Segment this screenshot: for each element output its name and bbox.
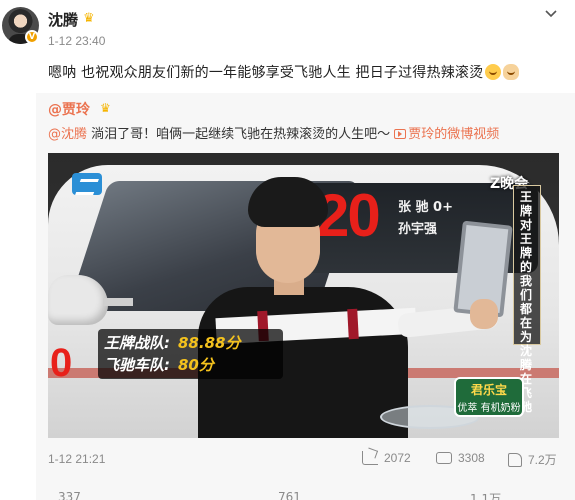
sponsor-tagline: 优萃 有机奶粉 — [457, 403, 521, 414]
car-mirror-stem — [103, 298, 133, 306]
person-hand — [470, 299, 498, 329]
share-button[interactable]: 2072 — [362, 451, 411, 465]
score-overlay: 王牌战队: 88.88分 飞驰车队: 80分 — [98, 329, 283, 379]
post-author[interactable]: 沈腾 — [48, 9, 78, 30]
comment-icon — [436, 452, 452, 464]
sponsor-badge: 君乐宝 优萃 有机奶粉 — [454, 377, 524, 417]
share-count: 2072 — [384, 451, 411, 465]
person-hair — [248, 177, 328, 227]
video-link-label: 贾玲的微博视频 — [408, 127, 500, 142]
repost-author[interactable]: @贾玲 — [48, 99, 90, 119]
like-count: 7.2万 — [528, 453, 557, 467]
post-text: 嗯呐 也祝观众朋友们新的一年能够享受飞驰人生 把日子过得热辣滚烫 — [48, 62, 520, 82]
share-icon — [362, 451, 378, 465]
score-row: 飞驰车队: 80分 — [104, 354, 214, 375]
comment-button[interactable]: 3308 — [436, 451, 485, 465]
video-icon — [394, 129, 407, 139]
chevron-down-icon[interactable] — [542, 5, 560, 23]
repost-timestamp: 1-12 21:21 — [48, 452, 106, 466]
mention-link[interactable]: @沈腾 — [48, 127, 87, 142]
verified-badge-icon: V — [25, 30, 39, 44]
jacket-red-stripe — [347, 308, 359, 340]
score-value: 88.88分 — [178, 334, 241, 352]
crown-icon: ♛ — [100, 101, 111, 115]
share-count-main[interactable]: 337 — [58, 490, 81, 500]
repost-text-body: 淌泪了哥！咱俩一起继续飞驰在热辣滚烫的人生吧～ — [87, 127, 391, 142]
post-text-body: 嗯呐 也祝观众朋友们新的一年能够享受飞驰人生 把日子过得热辣滚烫 — [48, 65, 484, 81]
side-caption: 王牌对王牌的我们都在为沈腾在飞驰 — [513, 185, 541, 414]
like-count-main[interactable]: 1.1万 — [470, 490, 501, 500]
score-row: 王牌战队: 88.88分 — [104, 332, 240, 353]
smile-emoji-icon — [485, 64, 502, 80]
car-zero: 0 — [50, 341, 73, 385]
sponsor-name: 君乐宝 — [470, 383, 507, 397]
video-link[interactable]: 贾玲的微博视频 — [394, 127, 499, 142]
weibo-post: V 沈腾 ♛ 1-12 23:40 嗯呐 也祝观众朋友们新的一年能够享受飞驰人生… — [0, 0, 575, 500]
comment-count-main[interactable]: 761 — [278, 490, 301, 500]
like-icon — [508, 452, 522, 467]
comment-count: 3308 — [458, 451, 485, 465]
score-team: 飞驰车队: — [104, 356, 170, 374]
person-figure — [188, 177, 513, 438]
like-button[interactable]: 7.2万 — [508, 451, 557, 468]
post-action-bar: 337 761 1.1万 — [0, 487, 575, 500]
video-player[interactable]: 20 张 驰 0+ 孙宇强 0 Z晚会 王牌对王牌的我们都在为沈腾在飞驰 王牌战… — [48, 153, 559, 438]
repost-text: @沈腾 淌泪了哥！咱俩一起继续飞驰在热辣滚烫的人生吧～ 贾玲的微博视频 — [48, 123, 499, 142]
person-emoji-icon — [503, 64, 520, 80]
crown-icon: ♛ — [83, 11, 95, 26]
repost-card[interactable]: @贾玲 ♛ @沈腾 淌泪了哥！咱俩一起继续飞驰在热辣滚烫的人生吧～ 贾玲的微博视… — [36, 93, 575, 500]
post-timestamp: 1-12 23:40 — [48, 34, 106, 48]
tv-channel-logo-icon — [72, 173, 102, 195]
score-value: 80分 — [178, 356, 214, 374]
score-team: 王牌战队: — [104, 334, 170, 352]
